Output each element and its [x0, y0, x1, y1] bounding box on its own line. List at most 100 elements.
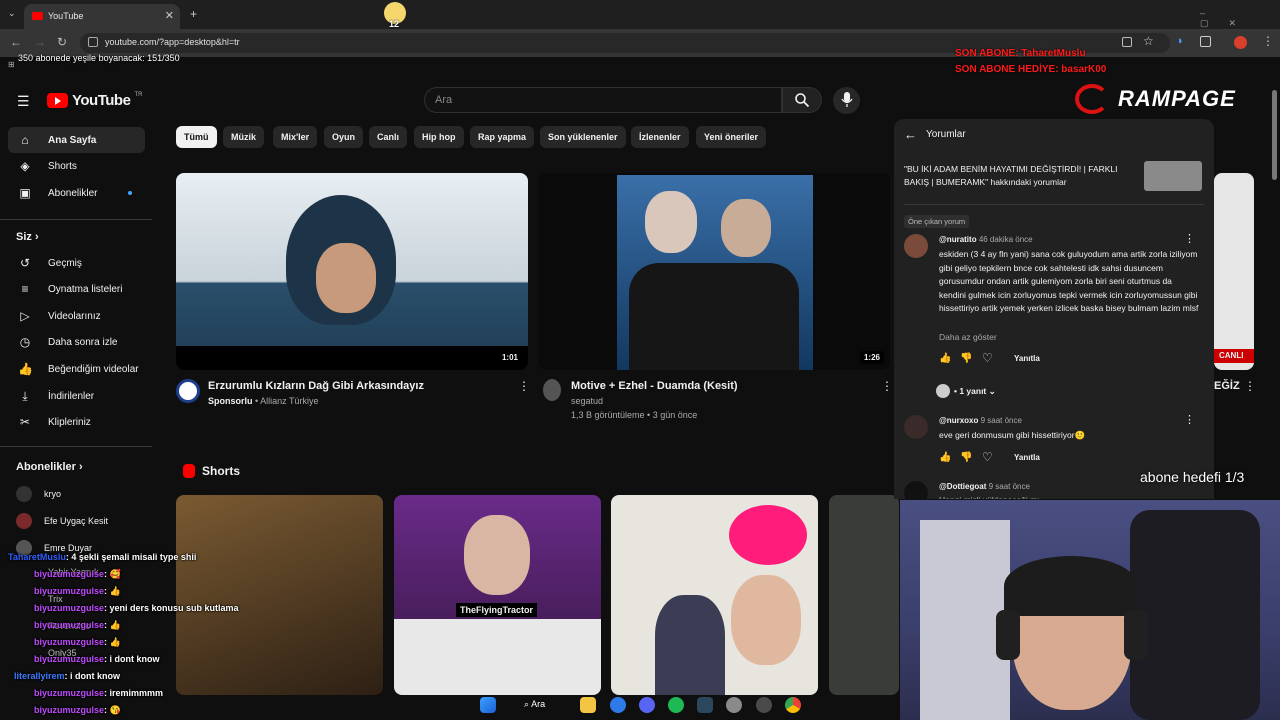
like-icon[interactable]: 👍 — [939, 353, 951, 364]
search-input[interactable]: Ara — [424, 87, 782, 113]
video-menu-icon[interactable]: ⋮ — [518, 379, 530, 393]
channel-avatar[interactable] — [543, 379, 561, 401]
sidebar-item-playlists[interactable]: ≡ Oynatma listeleri — [8, 276, 145, 302]
sidebar-item-downloads[interactable]: ⤓ İndirilenler — [8, 383, 145, 409]
sidebar-subscriptions-heading[interactable]: Abonelikler › — [16, 461, 83, 473]
comment-author[interactable]: @nurxoxo 9 saat önce — [939, 416, 1022, 425]
comment-menu-icon[interactable]: ⋮ — [1184, 232, 1195, 245]
file-explorer-icon[interactable] — [580, 697, 596, 713]
windows-start-icon[interactable] — [480, 697, 496, 713]
pinned-label: Öne çıkan yorum — [904, 215, 970, 228]
comment-avatar[interactable] — [904, 234, 928, 258]
chip-hiphop[interactable]: Hip hop — [414, 126, 464, 148]
comment-menu-icon[interactable]: ⋮ — [1184, 413, 1195, 426]
chip-new-to-you[interactable]: Yeni öneriler — [696, 126, 767, 148]
sidebar-item-label: Geçmiş — [48, 257, 82, 269]
reply-button[interactable]: Yanıtla — [1014, 453, 1040, 462]
search-button[interactable] — [782, 87, 822, 113]
short-thumbnail[interactable] — [829, 495, 899, 695]
thumbnail-face — [316, 243, 376, 313]
heart-icon[interactable]: ♡ — [982, 351, 993, 365]
history-icon: ↺ — [19, 256, 31, 270]
clips-icon: ✂ — [19, 415, 31, 429]
sidebar-item-clips[interactable]: ✂ Klipleriniz — [8, 409, 145, 435]
sub-goal-text: abone hedefi 1/3 — [1140, 469, 1245, 485]
channel-name[interactable]: segatud — [571, 396, 603, 406]
back-arrow-icon[interactable]: ← — [904, 127, 917, 142]
hamburger-menu-icon[interactable]: ☰ — [17, 93, 30, 110]
new-tab-icon[interactable]: + — [190, 7, 197, 21]
short-thumbnail[interactable]: TheFlyingTractor — [394, 495, 601, 695]
sidebar-item-shorts[interactable]: ◈ Shorts — [8, 153, 145, 179]
forward-icon[interactable]: → — [34, 35, 46, 49]
like-icon[interactable]: 👍 — [939, 452, 951, 463]
site-info-icon[interactable] — [88, 37, 98, 47]
taskbar-search[interactable]: ⌕ Ara — [524, 699, 545, 710]
show-less-link[interactable]: Daha az göster — [939, 332, 997, 342]
headphones-icon — [1124, 610, 1148, 660]
comment-avatar[interactable] — [904, 415, 928, 439]
extensions-puzzle-icon[interactable] — [1200, 36, 1211, 47]
youtube-logo[interactable]: YouTube TR — [47, 92, 142, 109]
close-tab-icon[interactable]: ✕ — [165, 9, 174, 22]
back-icon[interactable]: ← — [10, 35, 22, 49]
heart-icon[interactable]: ♡ — [982, 450, 993, 464]
chip-recently-uploaded[interactable]: Son yüklenenler — [540, 126, 626, 148]
video-thumbnail[interactable]: 1:01 — [176, 173, 528, 370]
sidebar-channel[interactable]: kryo — [16, 486, 61, 502]
tab-list-icon[interactable]: ⌄ — [8, 8, 16, 19]
discord-icon[interactable] — [639, 697, 655, 713]
profile-avatar[interactable] — [1234, 36, 1247, 49]
settings-gear-icon[interactable] — [726, 697, 742, 713]
sidebar-you-heading[interactable]: Siz › — [16, 231, 39, 243]
sidebar-item-subscriptions[interactable]: ▣ Abonelikler — [8, 180, 145, 206]
video-title[interactable]: Erzurumlu Kızların Dağ Gibi Arkasındayız — [208, 380, 424, 392]
sidebar-item-history[interactable]: ↺ Geçmiş — [8, 250, 145, 276]
dislike-icon[interactable]: 👎 — [960, 353, 972, 364]
video-thumbnail[interactable]: 1:26 — [539, 173, 890, 370]
voice-search-button[interactable] — [833, 87, 860, 114]
dislike-icon[interactable]: 👎 — [960, 452, 972, 463]
sidebar-item-liked[interactable]: 👍 Beğendiğim videolar — [8, 356, 145, 382]
replies-toggle[interactable]: • 1 yanıt ⌄ — [954, 386, 996, 397]
chip-mixes[interactable]: Mix'ler — [273, 126, 318, 148]
comment-author[interactable]: @Dottiegoat 9 saat önce — [939, 482, 1030, 491]
chip-gaming[interactable]: Oyun — [324, 126, 364, 148]
chip-watched[interactable]: İzlenenler — [631, 126, 689, 148]
browser-tab[interactable]: YouTube ✕ — [24, 4, 180, 29]
short-thumbnail[interactable] — [611, 495, 818, 695]
apps-grid-icon[interactable]: ⊞ — [8, 60, 15, 69]
chip-music[interactable]: Müzik — [223, 126, 265, 148]
video-thumbnail[interactable]: CANLI — [1214, 173, 1254, 370]
spotify-icon[interactable] — [668, 697, 684, 713]
video-menu-icon[interactable]: ⋮ — [881, 379, 893, 393]
chip-all[interactable]: Tümü — [176, 126, 217, 148]
steam-icon[interactable] — [697, 697, 713, 713]
video-mini-thumbnail[interactable] — [1144, 161, 1202, 191]
video-title[interactable]: Motive + Ezhel - Duamda (Kesit) — [571, 380, 738, 392]
chrome-icon[interactable] — [785, 697, 801, 713]
obs-icon[interactable] — [756, 697, 772, 713]
search-icon: ⌕ — [524, 699, 530, 709]
install-app-icon[interactable] — [1122, 37, 1132, 47]
sidebar-item-home[interactable]: ⌂ Ana Sayfa — [8, 127, 145, 153]
channel-avatar[interactable] — [176, 379, 200, 403]
sidebar-channel[interactable]: Efe Uygaç Kesit — [16, 513, 108, 529]
window-controls[interactable]: –▢✕ — [1200, 8, 1280, 29]
app-icon[interactable] — [610, 697, 626, 713]
extension-icon[interactable]: ◗ — [1177, 35, 1184, 47]
chip-rap[interactable]: Rap yapma — [470, 126, 535, 148]
reload-icon[interactable]: ↻ — [57, 35, 67, 49]
browser-menu-icon[interactable]: ⋮ — [1262, 34, 1274, 48]
reply-button[interactable]: Yanıtla — [1014, 354, 1040, 363]
bookmark-star-icon[interactable]: ☆ — [1143, 34, 1154, 48]
sidebar-item-watch-later[interactable]: ◷ Daha sonra izle — [8, 329, 145, 355]
video-menu-icon[interactable]: ⋮ — [1244, 379, 1256, 393]
video-title[interactable]: EĞİZ — [1214, 380, 1240, 392]
sidebar-item-your-videos[interactable]: ▷ Videolarınız — [8, 303, 145, 329]
page-scrollbar[interactable] — [1272, 90, 1277, 180]
watch-later-icon: ◷ — [19, 335, 31, 349]
comment-author[interactable]: @nuratito 46 dakika önce — [939, 235, 1033, 244]
chip-live[interactable]: Canlı — [369, 126, 408, 148]
channel-name[interactable]: Allianz Türkiye — [260, 396, 318, 406]
